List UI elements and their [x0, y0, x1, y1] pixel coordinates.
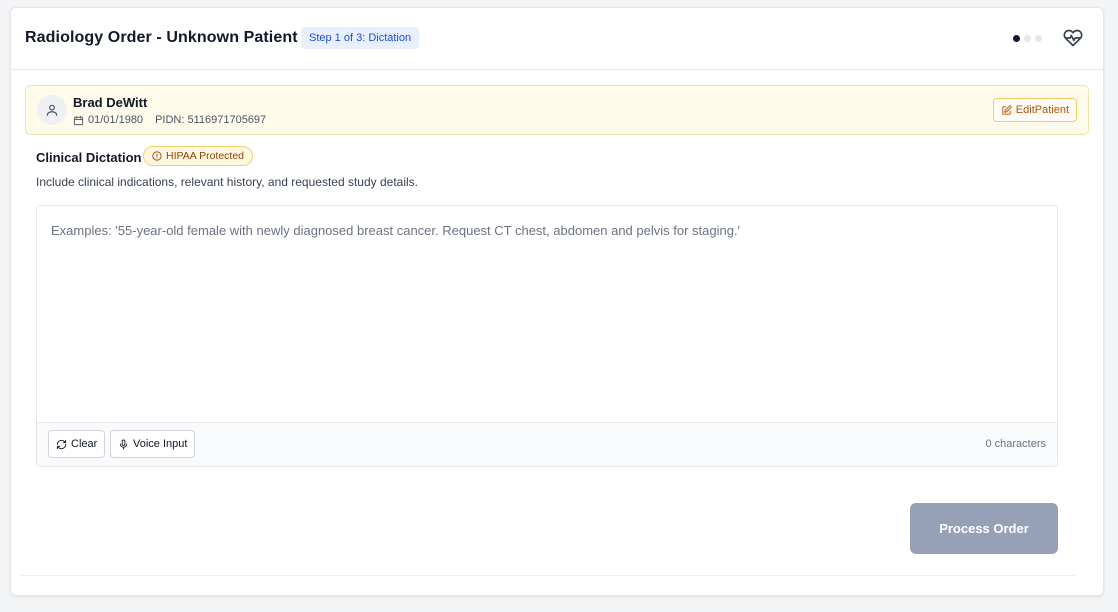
voice-input-label: Voice Input — [133, 438, 188, 450]
refresh-icon — [56, 439, 67, 449]
hipaa-badge: HIPAA Protected — [143, 146, 254, 166]
footer-divider — [20, 575, 1076, 576]
clear-label: Clear — [71, 438, 98, 450]
patient-name: Brad DeWitt — [73, 95, 148, 110]
step-dot-3 — [1035, 35, 1042, 42]
step-dot-1 — [1013, 35, 1020, 42]
edit-icon — [1002, 104, 1012, 115]
user-icon — [46, 104, 58, 116]
patient-meta: 01/01/1980 PIDN: 5116971705697 — [73, 114, 266, 126]
edit-patient-button[interactable]: EditPatient — [992, 98, 1077, 122]
edit-patient-label: EditPatient — [1015, 104, 1069, 116]
microphone-icon — [119, 438, 128, 450]
process-order-button[interactable]: Process Order — [910, 503, 1058, 554]
clear-button[interactable]: Clear — [48, 430, 106, 458]
heart-pulse-icon — [1063, 29, 1083, 47]
step-dots — [1013, 35, 1042, 42]
dictation-input[interactable] — [37, 206, 1057, 422]
heart-pulse-button[interactable] — [1061, 26, 1085, 50]
character-count: 0 characters — [985, 438, 1046, 450]
patient-pidn: PIDN: 5116971705697 — [155, 114, 267, 126]
dictation-description: Include clinical indications, relevant h… — [36, 175, 418, 189]
avatar — [37, 95, 67, 125]
card-header: Radiology Order - Unknown Patient Step 1… — [11, 8, 1103, 70]
page-title: Radiology Order - Unknown Patient — [25, 29, 298, 46]
dictation-label: Clinical Dictation — [36, 150, 142, 165]
patient-dob: 01/01/1980 — [88, 114, 144, 126]
calendar-icon — [73, 115, 84, 125]
dictation-box: Clear Voice Input 0 characters — [36, 205, 1058, 467]
step-dot-2 — [1024, 35, 1031, 42]
patient-bar: Brad DeWitt 01/01/1980 PIDN: 51169717056… — [25, 85, 1089, 135]
dictation-toolbar: Clear Voice Input 0 characters — [37, 422, 1057, 466]
step-badge: Step 1 of 3: Dictation — [301, 27, 420, 49]
voice-input-button[interactable]: Voice Input — [110, 430, 196, 458]
hipaa-badge-label: HIPAA Protected — [166, 150, 245, 162]
info-icon — [152, 151, 162, 161]
